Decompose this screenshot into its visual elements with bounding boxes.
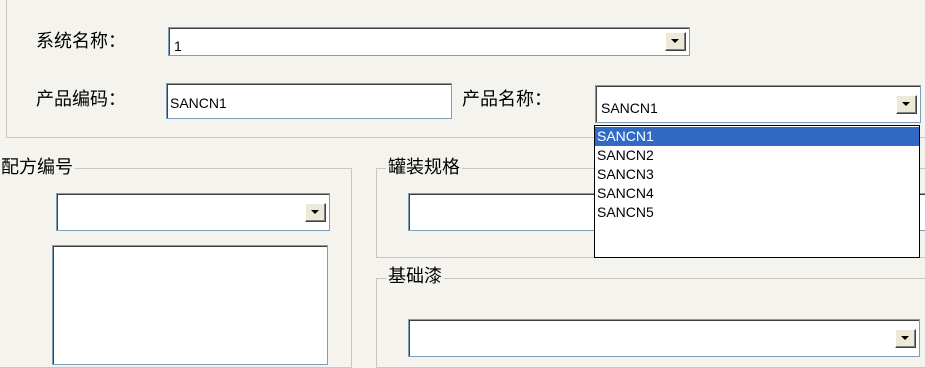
- system-name-combo[interactable]: 1: [168, 27, 690, 56]
- product-name-dropdown-list[interactable]: SANCN1 SANCN2 SANCN3 SANCN4 SANCN5: [594, 125, 920, 258]
- product-name-label: 产品名称：: [462, 89, 552, 110]
- system-name-value: 1: [174, 38, 182, 54]
- product-name-combo[interactable]: SANCN1: [595, 85, 921, 123]
- formula-group-title: 配方编号: [0, 157, 75, 179]
- dropdown-option[interactable]: SANCN1: [595, 127, 919, 146]
- dropdown-option[interactable]: SANCN4: [595, 184, 919, 203]
- dropdown-option[interactable]: SANCN3: [595, 165, 919, 184]
- product-code-label: 产品编码：: [36, 89, 126, 110]
- base-paint-combo[interactable]: [408, 319, 920, 357]
- dropdown-option[interactable]: SANCN5: [595, 203, 919, 222]
- formula-listbox[interactable]: [52, 245, 328, 365]
- chevron-down-icon[interactable]: [305, 203, 326, 222]
- dropdown-option[interactable]: SANCN2: [595, 146, 919, 165]
- base-paint-group-title: 基础漆: [386, 266, 444, 288]
- chevron-down-icon[interactable]: [665, 32, 686, 51]
- product-code-value: SANCN1: [170, 95, 227, 111]
- chevron-down-icon[interactable]: [895, 329, 916, 348]
- product-code-field[interactable]: SANCN1: [166, 83, 452, 119]
- chevron-down-icon[interactable]: [896, 95, 917, 114]
- formula-combo[interactable]: [56, 193, 330, 231]
- system-name-label: 系统名称：: [36, 31, 126, 52]
- can-spec-group-title: 罐装规格: [386, 157, 462, 179]
- product-name-value: SANCN1: [601, 100, 658, 116]
